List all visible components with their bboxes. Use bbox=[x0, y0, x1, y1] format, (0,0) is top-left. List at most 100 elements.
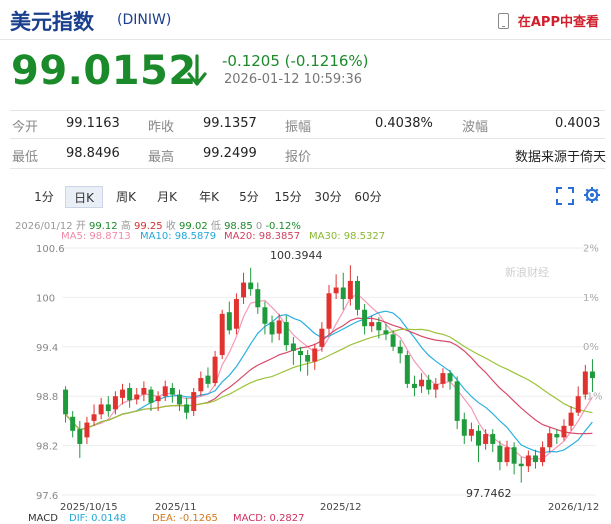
candle-body bbox=[219, 313, 225, 356]
candle-body bbox=[226, 312, 232, 331]
candle-body bbox=[518, 463, 524, 467]
candle-body bbox=[554, 434, 560, 438]
candle-body bbox=[276, 320, 282, 334]
candle-body bbox=[319, 328, 325, 347]
candle-body bbox=[483, 434, 489, 444]
candle-body bbox=[233, 299, 239, 329]
tab-5min[interactable]: 5分 bbox=[232, 186, 266, 208]
tab-monthly[interactable]: 月K bbox=[149, 186, 185, 208]
tab-weekly[interactable]: 周K bbox=[108, 186, 144, 208]
candle-body bbox=[532, 455, 538, 463]
candle-body bbox=[162, 386, 168, 397]
candle-body bbox=[419, 379, 425, 387]
candle-body bbox=[63, 389, 69, 415]
candle-body bbox=[454, 381, 460, 421]
header: 美元指数 (DINIW) 在APP中查看 bbox=[0, 0, 611, 40]
candle-body bbox=[397, 346, 403, 354]
x-tick-label: 2025/10/15 bbox=[60, 502, 118, 513]
candle-body bbox=[333, 287, 339, 294]
divider bbox=[0, 39, 611, 40]
stat-label: 昨收 bbox=[148, 120, 175, 135]
x-tick-label: 2026/1/12 bbox=[548, 502, 599, 513]
y-tick-label: 99.4 bbox=[36, 343, 58, 354]
candle-body bbox=[511, 447, 517, 464]
candle-body bbox=[354, 280, 360, 310]
candle-body bbox=[390, 334, 396, 347]
symbol-code: (DINIW) bbox=[117, 12, 172, 28]
stats-row: 最低 98.8496 最高 99.2499 报价 数据来源于倚天 bbox=[0, 140, 611, 168]
price-change: -0.1205 (-0.1216%) bbox=[222, 52, 369, 70]
candle-body bbox=[70, 416, 76, 431]
macd-dea: DEA: -0.1265 bbox=[152, 513, 218, 524]
candle-body bbox=[298, 350, 304, 356]
candle-body bbox=[312, 348, 318, 362]
candle-body bbox=[141, 387, 147, 395]
candle-body bbox=[155, 396, 161, 402]
candle-body bbox=[383, 330, 389, 335]
candle-body bbox=[269, 322, 275, 335]
candle-body bbox=[105, 404, 111, 412]
tab-60min[interactable]: 60分 bbox=[351, 186, 385, 208]
tab-yearly[interactable]: 年K bbox=[191, 186, 227, 208]
high-annotation: 100.3944 bbox=[270, 249, 323, 262]
stat-label: 今开 bbox=[12, 120, 39, 135]
candle-body bbox=[497, 445, 503, 463]
candle-body bbox=[191, 392, 197, 412]
gear-icon[interactable] bbox=[583, 186, 601, 204]
tab-30min[interactable]: 30分 bbox=[311, 186, 345, 208]
ma20-label: MA20: 98.3857 bbox=[224, 231, 301, 242]
candle-body bbox=[468, 429, 474, 436]
tab-daily[interactable]: 日K bbox=[65, 186, 103, 208]
candle-body bbox=[575, 396, 581, 413]
macd-value: MACD: 0.2827 bbox=[233, 513, 305, 524]
candle-body bbox=[77, 429, 83, 444]
candle-body bbox=[326, 293, 332, 329]
candle-body bbox=[305, 355, 311, 362]
candle-body bbox=[184, 404, 190, 413]
candle-body bbox=[582, 371, 588, 395]
phone-icon bbox=[497, 12, 509, 29]
y-tick-label: 97.6 bbox=[36, 491, 58, 502]
candle-body bbox=[461, 419, 467, 436]
tab-15min[interactable]: 15分 bbox=[271, 186, 305, 208]
candle-body bbox=[525, 455, 531, 467]
candle-body bbox=[369, 322, 375, 327]
stat-label: 振幅 bbox=[285, 120, 312, 135]
candle-body bbox=[589, 371, 595, 379]
quote-timestamp: 2026-01-12 10:59:36 bbox=[224, 72, 363, 87]
data-source: 数据来源于倚天 bbox=[515, 150, 607, 165]
macd-dif: DIF: 0.0148 bbox=[69, 513, 127, 524]
candle-body bbox=[290, 343, 296, 351]
candle-body bbox=[176, 394, 182, 405]
stat-label: 波幅 bbox=[462, 120, 489, 135]
ma10-label: MA10: 98.5879 bbox=[140, 231, 217, 242]
candle-body bbox=[347, 280, 353, 300]
candle-body bbox=[212, 356, 218, 384]
stat-value: 0.4003 bbox=[555, 116, 601, 131]
candle-body bbox=[262, 307, 268, 324]
candle-body bbox=[362, 309, 368, 327]
stat-label: 最高 bbox=[148, 150, 175, 165]
open-in-app-label: 在APP中查看 bbox=[517, 15, 599, 30]
ma30-label: MA30: 98.5327 bbox=[309, 231, 386, 242]
candle-body bbox=[112, 396, 118, 410]
kline-chart[interactable]: 100.610099.498.898.297.62%1%0%-1%新浪财经100… bbox=[0, 244, 611, 514]
candle-body bbox=[84, 422, 90, 438]
candle-body bbox=[198, 378, 204, 392]
tab-1min[interactable]: 1分 bbox=[28, 186, 60, 208]
candle-body bbox=[169, 387, 175, 395]
period-tabs: 1分 日K 周K 月K 年K 5分 15分 30分 60分 bbox=[28, 186, 598, 208]
y-tick-label: 100 bbox=[36, 293, 55, 304]
candle-body bbox=[134, 394, 140, 400]
divider bbox=[10, 138, 605, 139]
stat-value: 98.8496 bbox=[66, 146, 120, 161]
bar-info: 2026/01/12 开 99.12 高 99.25 收 99.02 低 98.… bbox=[15, 217, 301, 232]
candle-body bbox=[561, 425, 567, 438]
ma30-line bbox=[65, 328, 593, 431]
watermark: 新浪财经 bbox=[505, 265, 549, 279]
stat-value: 99.1357 bbox=[203, 116, 257, 131]
candle-body bbox=[91, 414, 97, 421]
fullscreen-icon[interactable] bbox=[556, 187, 574, 205]
open-in-app-link[interactable]: 在APP中查看 bbox=[497, 11, 599, 30]
candle-body bbox=[440, 373, 446, 384]
